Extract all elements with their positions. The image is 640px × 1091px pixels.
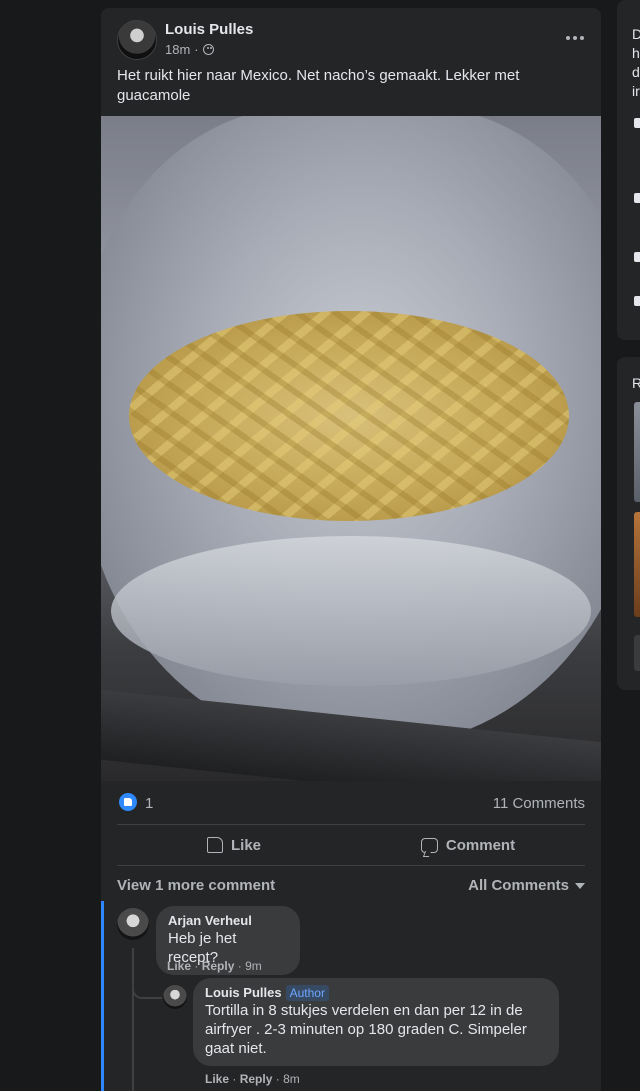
comment-button-label: Comment [445, 836, 516, 854]
see-all-button[interactable] [634, 635, 640, 671]
commenter-avatar[interactable] [117, 908, 149, 940]
reply-time[interactable]: 8m [283, 1072, 300, 1086]
comment-time[interactable]: 9m [245, 959, 262, 973]
post-text: Het ruikt hier naar Mexico. Net nacho’s … [117, 67, 520, 104]
sidebar-text-fragment: D [632, 26, 640, 42]
comment-reply-link[interactable]: Reply [202, 959, 235, 973]
post-header: Louis Pulles 18m · [117, 20, 585, 64]
reply-author-row: Louis Pulles Author [205, 985, 547, 1001]
comment-sort-label: All Comments [468, 877, 569, 894]
view-more-comments-link[interactable]: View 1 more comment [117, 877, 275, 894]
group-icon [634, 296, 640, 306]
sidebar-text-fragment: ir [632, 83, 640, 99]
more-options-icon[interactable] [561, 24, 589, 52]
like-reaction-icon[interactable] [119, 793, 137, 811]
sidebar-panel-about: D h d ir [617, 0, 640, 340]
comment-sort-dropdown[interactable]: All Comments [468, 877, 585, 894]
author-avatar[interactable] [117, 20, 157, 60]
thread-branch [132, 983, 162, 999]
action-bar: Like Comment [117, 824, 585, 866]
friends-icon[interactable] [202, 44, 214, 55]
sidebar-text-fragment: d [632, 64, 640, 80]
thumbs-up-icon [206, 837, 223, 853]
reactions-bar: 1 11 Comments [117, 793, 585, 813]
nacho-chips-shape [129, 311, 569, 521]
reply-bubble: Louis Pulles Author Tortilla in 8 stukjes… [193, 978, 559, 1066]
reply-reply-link[interactable]: Reply [240, 1072, 273, 1086]
reply-author[interactable]: Louis Pulles [205, 985, 282, 1000]
reply-like-link[interactable]: Like [205, 1072, 229, 1086]
comments-count[interactable]: 11 Comments [493, 795, 585, 812]
comment-button[interactable]: Comment [351, 825, 585, 865]
recent-media-thumbnail[interactable] [634, 402, 640, 502]
reply-text: Tortilla in 8 stukjes verdelen en dan pe… [205, 1002, 527, 1057]
caret-down-icon [575, 882, 585, 889]
like-button-label: Like [230, 836, 261, 854]
post-card: Louis Pulles 18m · Het ruikt hier naar M… [101, 8, 601, 1091]
comment-bubble-icon [420, 837, 438, 853]
reply-actions: Like · Reply · 8m [205, 1072, 300, 1086]
right-sidebar: D h d ir R [617, 0, 640, 1091]
reply-avatar[interactable] [163, 985, 187, 1009]
comment-like-link[interactable]: Like [167, 959, 191, 973]
post-photo[interactable] [101, 116, 601, 781]
sidebar-panel-recent: R [617, 357, 640, 690]
comment-author[interactable]: Arjan Verheul [168, 913, 288, 929]
author-name[interactable]: Louis Pulles [165, 21, 253, 38]
bag-fold-shape [111, 536, 591, 686]
post-meta: 18m · [165, 42, 214, 57]
recent-media-thumbnail[interactable] [634, 512, 640, 617]
reaction-count[interactable]: 1 [145, 795, 153, 812]
comment-actions: Like · Reply · 9m [167, 959, 262, 973]
location-icon [634, 252, 640, 262]
author-badge: Author [285, 985, 329, 1001]
sidebar-text-fragment: h [632, 45, 640, 61]
comment-highlight-bar [101, 901, 104, 1091]
post-time[interactable]: 18m [165, 42, 190, 57]
eye-icon [634, 193, 640, 203]
sidebar-header-fragment: R [632, 375, 640, 391]
like-button[interactable]: Like [117, 825, 351, 865]
thread-line [132, 948, 134, 1091]
lock-icon [634, 118, 640, 128]
